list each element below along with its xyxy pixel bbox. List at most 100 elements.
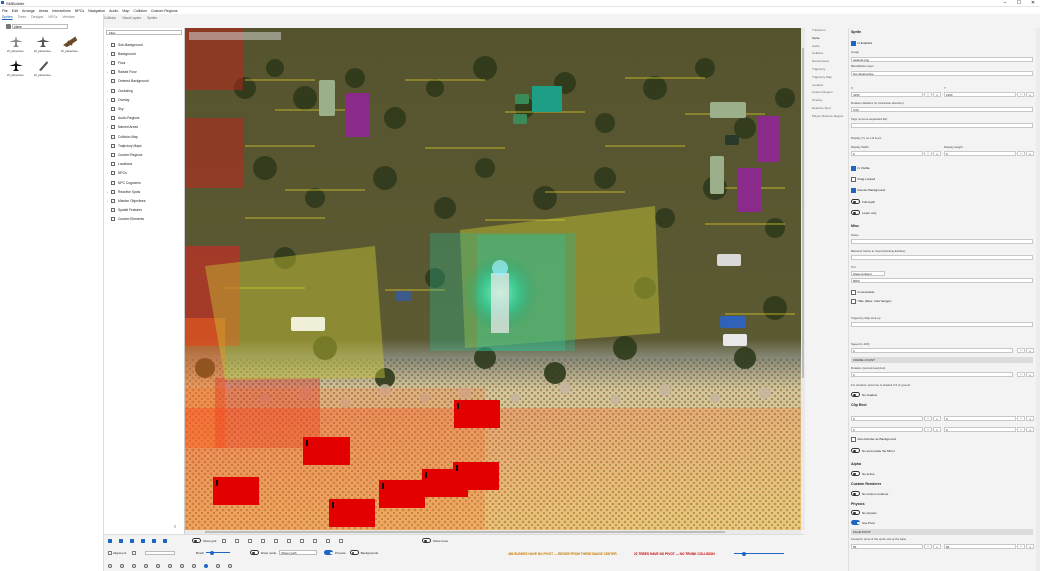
- asset-tile[interactable]: sfl_plane1tee..: [6, 58, 26, 80]
- grip-icon[interactable]: ≡: [174, 524, 176, 529]
- option-checkbox[interactable]: [287, 538, 291, 543]
- asset-tile[interactable]: sfl_plane1tee..: [33, 34, 53, 56]
- tree-item-checkbox[interactable]: [111, 70, 115, 75]
- pivot-x-input[interactable]: 50: [851, 544, 923, 549]
- asset-search-input[interactable]: plane: [12, 24, 68, 29]
- pivot-x-up[interactable]: ^: [924, 544, 932, 549]
- tab-sprites-view[interactable]: Sprites: [147, 16, 157, 20]
- option-checkbox[interactable]: [235, 538, 239, 543]
- option-checkbox[interactable]: [261, 538, 265, 543]
- tree-item[interactable]: › Floor: [107, 58, 183, 67]
- display-width-input[interactable]: 0: [851, 151, 923, 156]
- clip-y-down[interactable]: v: [1026, 416, 1034, 421]
- prop-nav-item[interactable]: Trajectory: [806, 67, 848, 75]
- behavior-input[interactable]: [851, 255, 1033, 260]
- tree-item[interactable]: Trajectory Maps: [107, 141, 183, 150]
- tab-visual-layers[interactable]: Visual Layers: [122, 16, 141, 20]
- clip-x-up[interactable]: ^: [924, 416, 932, 421]
- rotation-input[interactable]: 0.00: [851, 107, 1033, 112]
- tree-item[interactable]: › Occluding: [107, 86, 183, 95]
- prop-nav-item[interactable]: Overlay: [806, 98, 848, 106]
- hide-checkbox[interactable]: Hide (false: Intel hanger): [851, 299, 891, 304]
- x-input[interactable]: 4153: [851, 92, 923, 97]
- tree-item[interactable]: › Reactive Spots: [107, 187, 183, 196]
- clip-w-down[interactable]: v: [933, 427, 941, 432]
- vertical-scrollbar[interactable]: [801, 28, 805, 530]
- lower-only-toggle[interactable]: [851, 210, 860, 215]
- y-down-button[interactable]: v: [1026, 92, 1034, 97]
- option-checkbox[interactable]: [300, 538, 304, 543]
- tree-item-checkbox[interactable]: [111, 88, 115, 93]
- blend-select[interactable]: Non Destructive: [851, 71, 1033, 76]
- tree-item-checkbox[interactable]: [111, 79, 115, 84]
- tree-item[interactable]: › Overlay: [107, 95, 183, 104]
- radio-option[interactable]: [120, 563, 124, 568]
- tab-trees[interactable]: Trees: [18, 15, 27, 19]
- tree-item[interactable]: › Named Areas: [107, 123, 183, 132]
- clip-x-input[interactable]: 0: [851, 416, 923, 421]
- prop-nav-item[interactable]: Named Area: [806, 59, 848, 67]
- option-checkbox[interactable]: [222, 538, 226, 543]
- prop-nav-item[interactable]: Transform: [806, 28, 848, 36]
- display-width-up[interactable]: ^: [924, 151, 932, 156]
- tree-item[interactable]: Collision Map: [107, 132, 183, 141]
- menu-areas[interactable]: Areas: [39, 9, 48, 13]
- rotation2-down[interactable]: v: [1026, 372, 1034, 377]
- menu-npcs[interactable]: NPCs: [75, 9, 84, 13]
- radio-option-selected[interactable]: [204, 563, 208, 568]
- radio-option[interactable]: [228, 563, 232, 568]
- tree-item-checkbox[interactable]: [111, 51, 115, 56]
- align-option[interactable]: [132, 550, 137, 555]
- tree-item-checkbox[interactable]: [111, 152, 115, 157]
- tags-input[interactable]: [851, 123, 1033, 128]
- alignment-checkbox[interactable]: [108, 550, 112, 555]
- tint-color-input[interactable]: #FFF: [851, 278, 1033, 283]
- properties-scrollbar[interactable]: [1036, 28, 1040, 571]
- is-enabled-checkbox[interactable]: Is Enabled: [851, 41, 872, 46]
- no-shadow-toggle[interactable]: [851, 392, 860, 397]
- maximize-icon[interactable]: ☐: [1012, 0, 1026, 7]
- tree-item[interactable]: › Background: [107, 49, 183, 58]
- clip-h-input[interactable]: 0: [944, 427, 1016, 432]
- radio-option[interactable]: [132, 563, 136, 568]
- menu-map[interactable]: Map: [122, 9, 129, 13]
- pivot-x-down[interactable]: v: [933, 544, 941, 549]
- y-input[interactable]: 2164: [944, 92, 1016, 97]
- layer-checkbox[interactable]: [152, 538, 156, 543]
- tree-item[interactable]: › Sub-Background: [107, 40, 183, 49]
- tree-item-checkbox[interactable]: [111, 143, 115, 148]
- map-canvas[interactable]: [185, 28, 801, 530]
- is-visible-checkbox[interactable]: Is Visible: [851, 166, 870, 171]
- display-height-up[interactable]: ^: [1017, 151, 1025, 156]
- clip-h-up[interactable]: ^: [1017, 427, 1025, 432]
- menu-custom-regions[interactable]: Custom Regions: [151, 9, 178, 13]
- custom-renderer-toggle[interactable]: [851, 491, 860, 496]
- tree-item[interactable]: › Raised Floor: [107, 68, 183, 77]
- menu-file[interactable]: File: [2, 9, 8, 13]
- tree-item-checkbox[interactable]: [111, 180, 115, 185]
- layer-checkbox[interactable]: [163, 538, 167, 543]
- radio-option[interactable]: [156, 563, 160, 568]
- rotation2-input[interactable]: 0: [851, 372, 1013, 377]
- x-up-button[interactable]: ^: [924, 92, 932, 97]
- tree-filter-input[interactable]: Filter: [106, 30, 182, 35]
- tree-item-checkbox[interactable]: [111, 198, 115, 203]
- option-checkbox[interactable]: [326, 538, 330, 543]
- drag-locked-checkbox[interactable]: Drag Locked: [851, 177, 875, 182]
- invulnerable-checkbox[interactable]: Invulnerable: [851, 290, 874, 295]
- speed-down-button[interactable]: v: [1026, 348, 1034, 353]
- prop-nav-item[interactable]: Custom Region: [806, 90, 848, 98]
- clip-h-down[interactable]: v: [1026, 427, 1034, 432]
- tree-item-checkbox[interactable]: [111, 116, 115, 121]
- layer-checkbox[interactable]: [108, 538, 112, 543]
- tree-item[interactable]: Ordered Background: [107, 77, 183, 86]
- alignment-input[interactable]: [145, 550, 176, 555]
- pivot-y-up[interactable]: ^: [1017, 544, 1025, 549]
- tree-item-checkbox[interactable]: [111, 106, 115, 111]
- menu-interactions[interactable]: Interactions: [52, 9, 71, 13]
- prop-nav-item[interactable]: Sprite: [806, 36, 848, 44]
- tree-item[interactable]: Custom Regions: [107, 150, 183, 159]
- menu-edit[interactable]: Edit: [12, 9, 18, 13]
- x-down-button[interactable]: v: [933, 92, 941, 97]
- option-checkbox[interactable]: [339, 538, 343, 543]
